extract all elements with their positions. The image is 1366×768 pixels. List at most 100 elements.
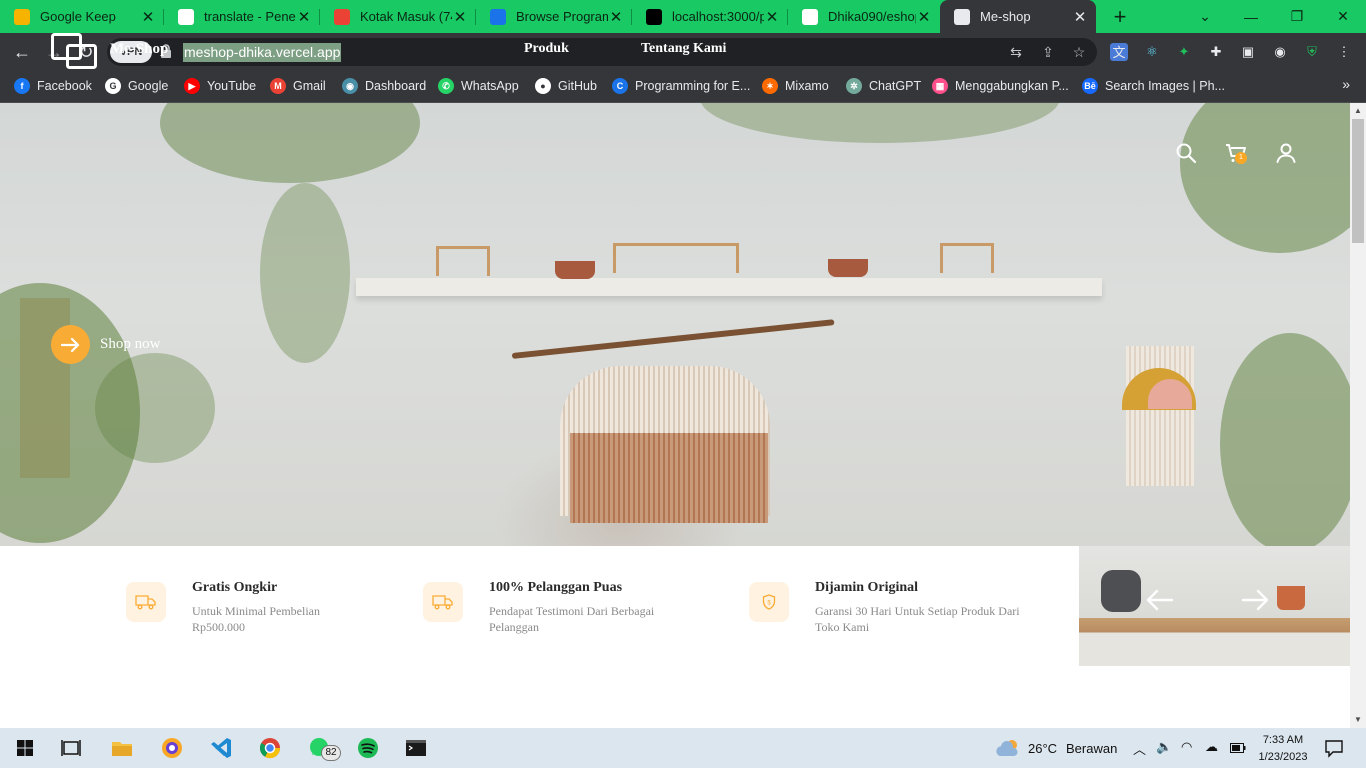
cart-count-badge: 1 <box>1235 152 1247 164</box>
feature-title: Gratis Ongkir <box>192 580 278 595</box>
tab-close-icon[interactable]: ✕ <box>1072 8 1088 26</box>
battery-icon[interactable] <box>1230 743 1246 753</box>
bookmark-favicon-icon: ✲ <box>846 78 862 94</box>
bookmark-item[interactable]: ▶ YouTube <box>184 76 256 96</box>
tab-close-icon[interactable]: ✕ <box>452 8 468 26</box>
profile-icon[interactable]: ◉ <box>1270 42 1290 62</box>
shield-icon: $ <box>749 582 789 622</box>
bookmark-item[interactable]: C Programming for E... <box>612 76 750 96</box>
bookmark-item[interactable]: ✲ ChatGPT <box>846 76 921 96</box>
carousel-next-arrow-icon[interactable] <box>1240 587 1270 613</box>
url-text[interactable]: meshop-dhika.vercel.app <box>183 43 342 62</box>
search-icon[interactable] <box>1174 141 1198 165</box>
tab-close-icon[interactable]: ✕ <box>140 8 156 26</box>
tab-favicon-icon <box>954 8 970 25</box>
tab-search-icon[interactable]: ⌄ <box>1182 0 1228 33</box>
terminal-icon[interactable] <box>401 733 431 763</box>
bookmark-item[interactable]: ✆ WhatsApp <box>438 76 519 96</box>
brand-name[interactable]: Me-Shop <box>110 41 168 58</box>
bookmark-label: Mixamo <box>785 79 829 93</box>
share-icon[interactable]: ⇪ <box>1038 42 1058 62</box>
tab-close-icon[interactable]: ✕ <box>296 8 312 26</box>
nav-link-tentang-kami[interactable]: Tentang Kami <box>641 41 726 57</box>
tab-title: translate - Penelusuran Google <box>204 9 296 24</box>
task-view-icon[interactable] <box>56 733 86 763</box>
tab-title: Dhika090/eshop <box>828 9 916 24</box>
browser-icon[interactable] <box>157 733 187 763</box>
new-tab-button[interactable]: + <box>1108 4 1132 30</box>
scroll-up-icon[interactable]: ▲ <box>1350 103 1366 119</box>
bookmark-favicon-icon: f <box>14 78 30 94</box>
minimize-button[interactable]: — <box>1228 0 1274 33</box>
bookmark-item[interactable]: ▦ Menggabungkan P... <box>932 76 1069 96</box>
feature-title: Dijamin Original <box>815 580 919 595</box>
browser-menu-icon[interactable]: ⋮ <box>1334 42 1354 62</box>
tab-favicon-icon <box>802 8 818 25</box>
back-icon[interactable]: ← <box>10 41 34 63</box>
browser-tab[interactable]: Browse Programs✕ <box>476 0 632 33</box>
me-shop-logo-icon[interactable] <box>51 33 97 69</box>
tab-close-icon[interactable]: ✕ <box>764 8 780 26</box>
feature-description: Pendapat Testimoni Dari Berbagai Pelangg… <box>489 604 655 634</box>
scroll-down-icon[interactable]: ▼ <box>1350 712 1366 728</box>
bookmark-label: Programming for E... <box>635 79 751 93</box>
extensions-puzzle-icon[interactable]: ✚ <box>1206 42 1226 62</box>
bookmark-item[interactable]: f Facebook <box>14 76 92 96</box>
file-explorer-icon[interactable] <box>107 733 137 763</box>
carousel-prev-arrow-icon[interactable] <box>1145 587 1175 613</box>
tab-close-icon[interactable]: ✕ <box>916 8 932 26</box>
bookmark-label: YouTube <box>207 79 257 93</box>
weather-cloud-icon[interactable] <box>996 738 1022 758</box>
weather-temperature[interactable]: 26°C <box>1028 741 1057 756</box>
weather-description[interactable]: Berawan <box>1066 741 1117 756</box>
tab-favicon-icon <box>14 8 30 25</box>
bookmark-label: ChatGPT <box>869 79 922 93</box>
bookmark-item[interactable]: M Gmail <box>270 76 326 96</box>
arrow-right-icon <box>60 337 79 352</box>
window-close-button[interactable]: ✕ <box>1320 0 1366 33</box>
bookmark-favicon-icon: ● <box>535 78 551 94</box>
tab-close-icon[interactable]: ✕ <box>608 8 624 26</box>
tab-favicon-icon <box>646 8 662 25</box>
translate-extension-icon[interactable]: 文 <box>1110 43 1128 61</box>
notification-icon[interactable] <box>1324 738 1344 758</box>
vscode-icon[interactable] <box>206 733 236 763</box>
browser-tab[interactable]: localhost:3000/p ✕ <box>632 0 788 33</box>
onedrive-cloud-icon[interactable]: ☁ <box>1205 739 1218 755</box>
bookmark-item[interactable]: G Google <box>105 76 168 96</box>
scrollbar-thumb[interactable] <box>1352 119 1364 243</box>
bookmark-item[interactable]: ● GitHub <box>535 76 597 96</box>
shop-now-label[interactable]: Shop now <box>100 336 160 353</box>
nav-link-produk[interactable]: Produk <box>524 41 569 57</box>
browser-tab[interactable]: Me-shop ✕ <box>940 0 1096 33</box>
browser-tab[interactable]: translate - Penelusuran Google✕ <box>164 0 320 33</box>
extension-leaf-icon[interactable]: ✦ <box>1174 42 1194 62</box>
restore-button[interactable]: ❐ <box>1274 0 1320 33</box>
shop-now-button[interactable] <box>51 325 90 364</box>
user-icon[interactable] <box>1274 141 1298 165</box>
bookmark-star-icon[interactable]: ☆ <box>1069 42 1089 62</box>
bookmark-item[interactable]: Bē Search Images | Ph... <box>1082 76 1225 96</box>
windows-start-icon[interactable] <box>10 733 40 763</box>
side-panel-icon[interactable]: ▣ <box>1238 42 1258 62</box>
translate-icon[interactable]: ⇆ <box>1006 42 1026 62</box>
bookmark-favicon-icon: ✶ <box>762 78 778 94</box>
wifi-icon[interactable]: ◠ <box>1181 739 1192 755</box>
browser-tab[interactable]: Dhika090/eshop ✕ <box>788 0 940 33</box>
shield-extension-icon[interactable]: ⛨ <box>1302 42 1322 62</box>
bookmark-item[interactable]: ✶ Mixamo <box>762 76 829 96</box>
bookmark-item[interactable]: ◉ Dashboard <box>342 76 426 96</box>
chrome-icon[interactable] <box>255 733 285 763</box>
browser-tab[interactable]: Google Keep ✕ <box>0 0 164 33</box>
tray-chevron-icon[interactable]: ︿ <box>1133 739 1146 758</box>
browser-tab[interactable]: Kotak Masuk (74) ✕ <box>320 0 476 33</box>
carousel-thumbnail-image <box>1079 546 1350 666</box>
spotify-icon[interactable] <box>353 733 383 763</box>
react-devtools-icon[interactable]: ⚛ <box>1142 42 1162 62</box>
feature-description: Untuk Minimal Pembelian Rp500.000 <box>192 604 320 634</box>
bookmark-favicon-icon: ◉ <box>342 78 358 94</box>
bookmarks-overflow-icon[interactable]: » <box>1342 76 1350 92</box>
tab-title: Me-shop <box>980 9 1031 24</box>
volume-icon[interactable]: 🔈 <box>1156 739 1172 755</box>
taskbar-clock[interactable]: 7:33 AM 1/23/2023 <box>1252 732 1314 766</box>
